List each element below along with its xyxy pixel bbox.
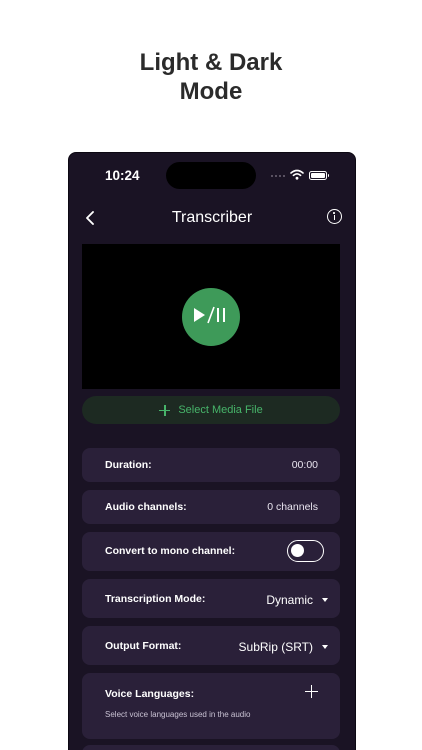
- duration-value: 00:00: [291, 459, 318, 471]
- play-pause-button[interactable]: [182, 288, 240, 346]
- wifi-icon: [290, 169, 304, 180]
- signal-icon: [271, 175, 285, 177]
- transcription-mode-row: Transcription Mode: Dynamic: [82, 579, 340, 618]
- caret-down-icon: [322, 598, 328, 602]
- audio-channels-row: Audio channels: 0 channels: [82, 490, 340, 524]
- transcription-mode-value: Dynamic: [266, 593, 313, 607]
- add-language-button[interactable]: [305, 685, 318, 698]
- duration-row: Duration: 00:00: [82, 448, 340, 482]
- video-preview: [82, 244, 340, 389]
- mono-channel-label: Convert to mono channel:: [105, 545, 236, 557]
- promo-title-line-2: Mode: [179, 78, 243, 105]
- plus-icon: [159, 404, 171, 416]
- mono-channel-toggle[interactable]: [287, 540, 324, 562]
- promo-title: Light & Dark Mode: [0, 48, 422, 106]
- audio-channels-value: 0 channels: [267, 501, 318, 513]
- toggle-knob: [291, 544, 304, 557]
- voice-languages-hint: Select voice languages used in the audio: [105, 710, 251, 719]
- voice-languages-row: Voice Languages: Select voice languages …: [82, 673, 340, 739]
- next-row: [82, 745, 340, 750]
- mono-channel-row: Convert to mono channel:: [82, 532, 340, 571]
- duration-label: Duration:: [105, 459, 152, 471]
- nav-bar: Transcriber: [69, 201, 355, 237]
- promo-title-line-1: Light & Dark: [139, 49, 283, 76]
- voice-languages-label: Voice Languages:: [105, 688, 195, 700]
- transcription-mode-label: Transcription Mode:: [105, 593, 206, 605]
- info-icon[interactable]: [327, 209, 342, 224]
- audio-channels-label: Audio channels:: [105, 501, 187, 513]
- output-format-value: SubRip (SRT): [238, 640, 313, 654]
- output-format-select[interactable]: SubRip (SRT): [239, 640, 328, 654]
- battery-icon: [309, 171, 329, 180]
- phone-screen: 10:24 Transcriber Select Media File Dura…: [69, 153, 355, 750]
- status-bar: 10:24: [69, 153, 355, 197]
- select-media-button[interactable]: Select Media File: [82, 396, 340, 424]
- play-pause-icon: [194, 306, 225, 324]
- output-format-label: Output Format:: [105, 640, 182, 652]
- transcription-mode-select[interactable]: Dynamic: [266, 593, 328, 607]
- output-format-row: Output Format: SubRip (SRT): [82, 626, 340, 665]
- nav-title: Transcriber: [171, 209, 253, 226]
- status-time: 10:24: [105, 168, 140, 183]
- dynamic-island: [166, 162, 256, 189]
- caret-down-icon: [322, 645, 328, 649]
- select-media-label: Select Media File: [178, 404, 263, 416]
